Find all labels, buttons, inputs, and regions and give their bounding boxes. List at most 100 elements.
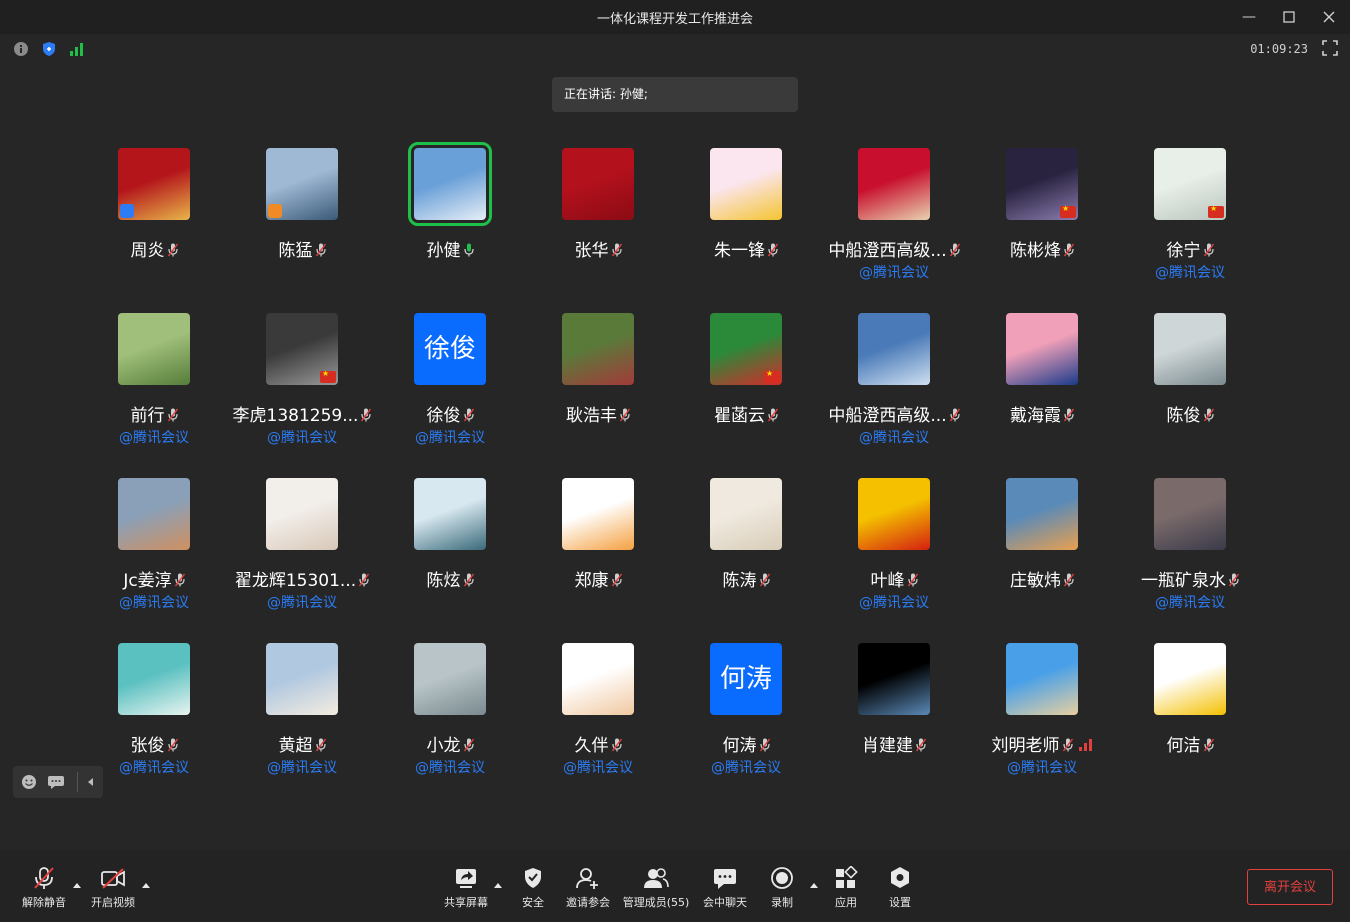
- participant-avatar[interactable]: [266, 313, 338, 385]
- manage-members-button[interactable]: 管理成员(55): [620, 866, 692, 910]
- settings-button[interactable]: 设置: [884, 866, 916, 910]
- collapse-arrow-icon[interactable]: [85, 776, 97, 788]
- participant-avatar[interactable]: [266, 643, 338, 715]
- participant-avatar[interactable]: [266, 148, 338, 220]
- participant-avatar[interactable]: [710, 148, 782, 220]
- participant-tile[interactable]: 周炎: [80, 148, 228, 298]
- participant-avatar[interactable]: [858, 148, 930, 220]
- invite-label: 邀请参会: [566, 896, 610, 909]
- leave-meeting-button[interactable]: 离开会议: [1247, 869, 1333, 905]
- participant-tile[interactable]: 庄敏炜: [968, 478, 1116, 628]
- record-icon: [771, 867, 793, 889]
- participant-tile[interactable]: 李虎1381259... @腾讯会议: [228, 313, 376, 463]
- participant-tile[interactable]: 郑康: [524, 478, 672, 628]
- participant-tile[interactable]: 戴海霞: [968, 313, 1116, 463]
- participant-avatar[interactable]: [118, 643, 190, 715]
- participant-source: @腾讯会议: [859, 595, 929, 611]
- participant-name: 一瓶矿泉水: [1141, 571, 1226, 591]
- participant-avatar[interactable]: [414, 478, 486, 550]
- participant-avatar[interactable]: [562, 148, 634, 220]
- participant-avatar[interactable]: [266, 478, 338, 550]
- participant-avatar[interactable]: [858, 643, 930, 715]
- participant-avatar[interactable]: [1154, 313, 1226, 385]
- mic-muted-icon: [949, 408, 960, 422]
- participant-tile[interactable]: 徐宁 @腾讯会议: [1116, 148, 1264, 298]
- participant-tile[interactable]: 一瓶矿泉水 @腾讯会议: [1116, 478, 1264, 628]
- chat-bubble-icon[interactable]: [47, 774, 65, 790]
- participant-avatar[interactable]: [1006, 313, 1078, 385]
- participant-avatar[interactable]: [408, 142, 492, 226]
- participant-tile[interactable]: 叶峰 @腾讯会议: [820, 478, 968, 628]
- network-signal-icon[interactable]: [69, 41, 85, 57]
- participant-avatar[interactable]: 徐俊: [414, 313, 486, 385]
- avatar-initials: 何涛: [719, 664, 772, 694]
- participant-avatar[interactable]: [1154, 148, 1226, 220]
- participant-avatar[interactable]: [1154, 478, 1226, 550]
- participant-tile[interactable]: 耿浩丰: [524, 313, 672, 463]
- participant-avatar[interactable]: [562, 478, 634, 550]
- participant-tile[interactable]: 中船澄西高级... @腾讯会议: [820, 313, 968, 463]
- participant-avatar[interactable]: 何涛: [710, 643, 782, 715]
- invite-button[interactable]: 邀请参会: [562, 866, 614, 910]
- participant-avatar[interactable]: [1006, 643, 1078, 715]
- participant-tile[interactable]: 陈俊: [1116, 313, 1264, 463]
- participant-avatar[interactable]: [414, 643, 486, 715]
- participant-avatar[interactable]: [858, 478, 930, 550]
- participant-tile[interactable]: 何洁: [1116, 643, 1264, 793]
- participant-tile[interactable]: 肖建建: [820, 643, 968, 793]
- participant-avatar[interactable]: [1154, 643, 1226, 715]
- security-button[interactable]: 安全: [516, 866, 550, 910]
- start-video-button[interactable]: 开启视频: [86, 866, 140, 910]
- participant-name-row: 周炎: [80, 236, 228, 261]
- participant-tile[interactable]: 前行 @腾讯会议: [80, 313, 228, 463]
- participant-avatar[interactable]: [562, 313, 634, 385]
- participant-name-row: 徐宁: [1116, 236, 1264, 261]
- share-options-caret-icon[interactable]: [494, 882, 502, 888]
- participant-tile[interactable]: Jc姜淳 @腾讯会议: [80, 478, 228, 628]
- participant-name: 前行: [130, 406, 165, 426]
- participant-name-row: 久伴: [524, 731, 672, 756]
- participant-tile[interactable]: 瞿菡云: [672, 313, 820, 463]
- chat-button[interactable]: 会中聊天: [700, 866, 750, 910]
- participant-name-row: 庄敏炜: [968, 566, 1116, 591]
- participant-name: 张俊: [130, 736, 165, 756]
- maximize-button[interactable]: [1276, 6, 1302, 28]
- participant-avatar[interactable]: [710, 313, 782, 385]
- participant-tile[interactable]: 何涛 何涛 @腾讯会议: [672, 643, 820, 793]
- participant-avatar[interactable]: [118, 478, 190, 550]
- participant-tile[interactable]: 中船澄西高级... @腾讯会议: [820, 148, 968, 298]
- participant-avatar[interactable]: [562, 643, 634, 715]
- participant-tile[interactable]: 陈炫: [376, 478, 524, 628]
- participant-avatar[interactable]: [1006, 148, 1078, 220]
- record-options-caret-icon[interactable]: [810, 882, 818, 888]
- record-button[interactable]: 录制: [766, 866, 798, 910]
- emoji-icon[interactable]: [21, 774, 37, 790]
- video-options-caret-icon[interactable]: [142, 882, 150, 888]
- participant-tile[interactable]: 徐俊 徐俊 @腾讯会议: [376, 313, 524, 463]
- info-icon[interactable]: [13, 41, 29, 57]
- close-button[interactable]: [1316, 6, 1342, 28]
- participant-tile[interactable]: 孙健: [376, 142, 524, 298]
- participant-avatar[interactable]: [710, 478, 782, 550]
- participant-tile[interactable]: 翟龙辉15301... @腾讯会议: [228, 478, 376, 628]
- participant-tile[interactable]: 陈涛: [672, 478, 820, 628]
- unmute-button[interactable]: 解除静音: [18, 866, 70, 910]
- participant-avatar[interactable]: [1006, 478, 1078, 550]
- fullscreen-icon[interactable]: [1322, 40, 1338, 56]
- participant-tile[interactable]: 张华: [524, 148, 672, 298]
- apps-button[interactable]: 应用: [830, 866, 862, 910]
- participant-tile[interactable]: 朱一锋: [672, 148, 820, 298]
- audio-options-caret-icon[interactable]: [73, 882, 81, 888]
- participant-tile[interactable]: 久伴 @腾讯会议: [524, 643, 672, 793]
- participant-avatar[interactable]: [118, 313, 190, 385]
- participant-avatar[interactable]: [858, 313, 930, 385]
- shield-icon[interactable]: [41, 41, 57, 57]
- participant-tile[interactable]: 陈彬烽: [968, 148, 1116, 298]
- participant-tile[interactable]: 刘明老师 @腾讯会议: [968, 643, 1116, 793]
- participant-tile[interactable]: 黄超 @腾讯会议: [228, 643, 376, 793]
- participant-tile[interactable]: 小龙 @腾讯会议: [376, 643, 524, 793]
- share-screen-button[interactable]: 共享屏幕: [440, 866, 492, 910]
- minimize-button[interactable]: —: [1236, 6, 1262, 28]
- participant-avatar[interactable]: [118, 148, 190, 220]
- participant-tile[interactable]: 陈猛: [228, 148, 376, 298]
